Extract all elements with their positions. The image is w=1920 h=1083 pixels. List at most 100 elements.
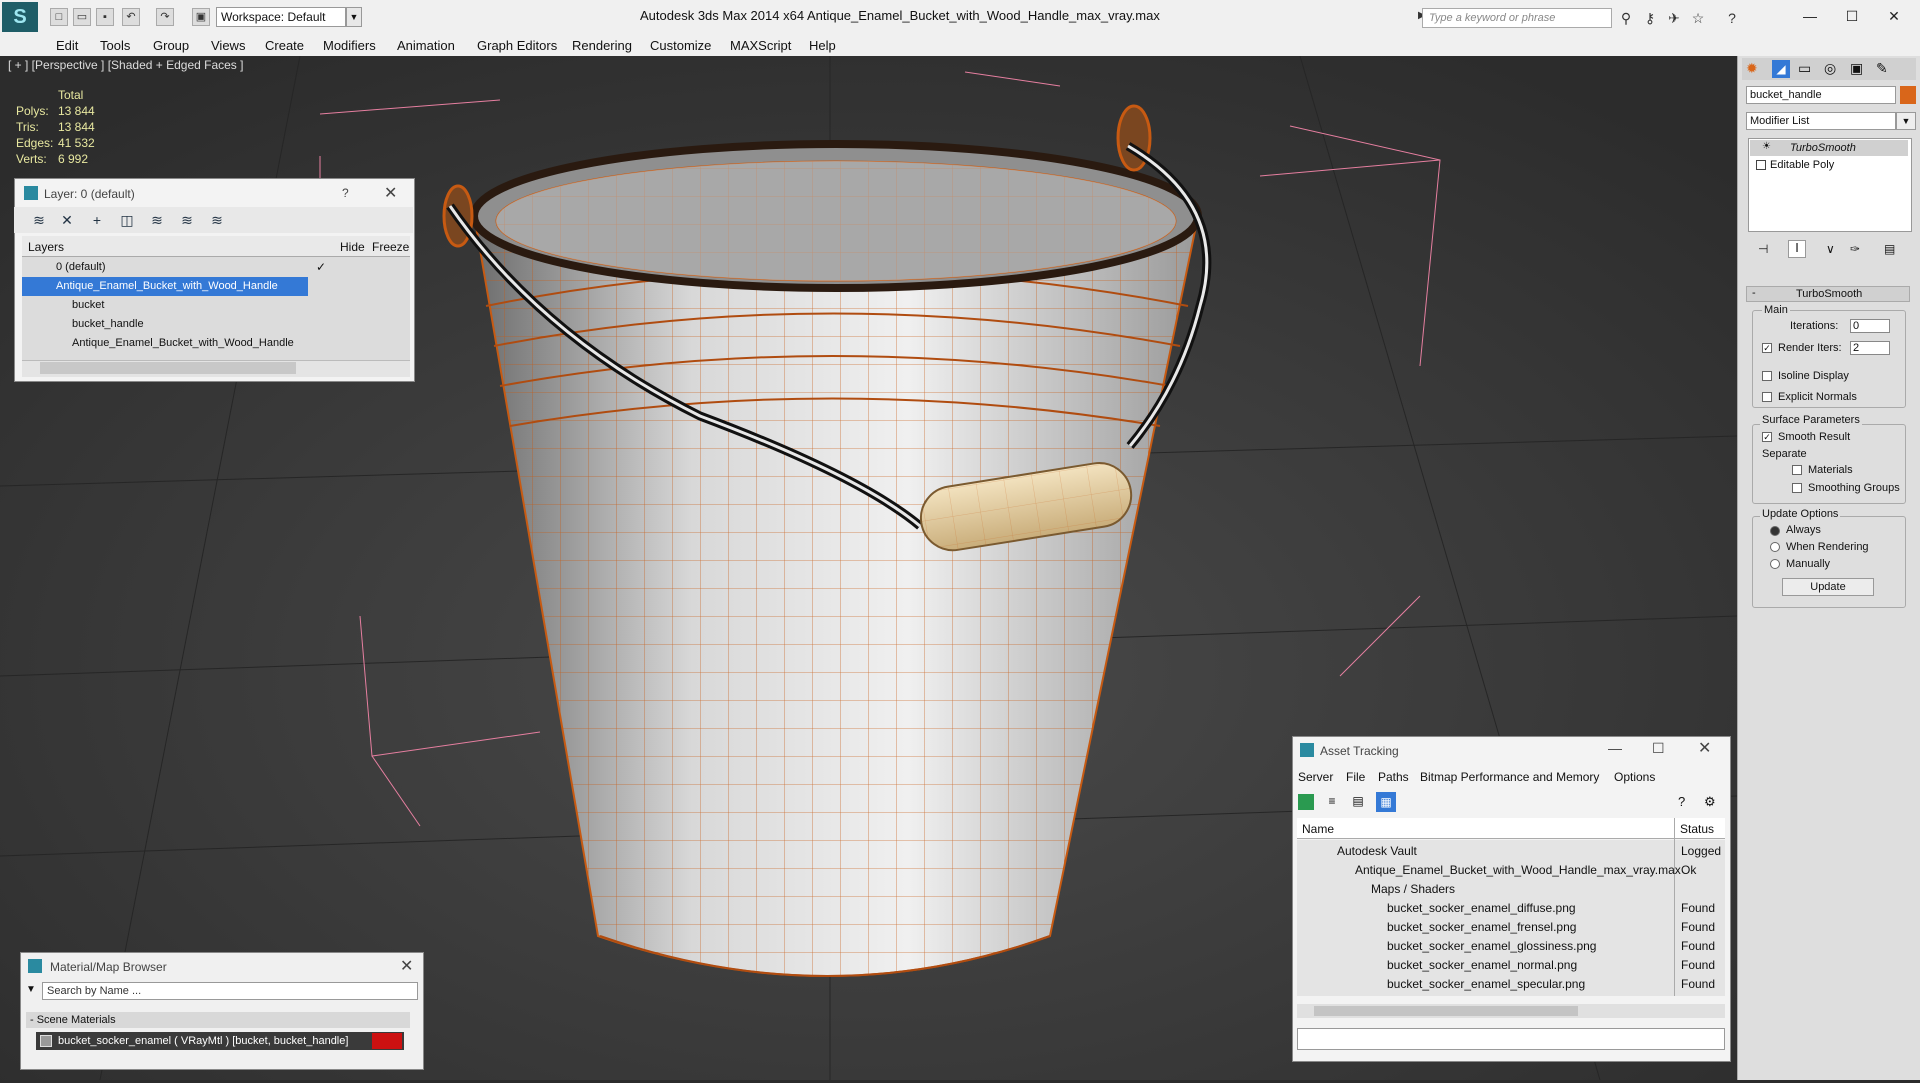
binoculars-icon[interactable]: ⚲ [1616, 8, 1636, 28]
materials-checkbox[interactable] [1792, 465, 1802, 475]
menu-edit[interactable]: Edit [56, 38, 78, 53]
material-options-icon[interactable]: ▼ [26, 984, 36, 995]
menu-create[interactable]: Create [265, 38, 304, 53]
hide-all-icon[interactable]: ≋ [176, 209, 198, 231]
utilities-tab-icon[interactable]: ✎ [1876, 60, 1888, 77]
modify-tab-icon[interactable]: ◢ [1772, 60, 1790, 78]
iterations-spinner[interactable]: 0 [1850, 319, 1890, 333]
object-name-field[interactable]: bucket_handle [1746, 86, 1896, 104]
chevron-down-icon[interactable]: ▼ [1896, 112, 1916, 130]
material-search-input[interactable]: Search by Name ... [42, 982, 418, 1000]
maximize-button[interactable]: ☐ [1832, 4, 1872, 28]
stack-item-turbosmooth[interactable]: TurboSmooth [1750, 140, 1908, 156]
menu-animation[interactable]: Animation [397, 38, 455, 53]
smoothing-groups-checkbox[interactable] [1792, 483, 1802, 493]
redo-icon[interactable]: ↷ [156, 8, 174, 26]
asset-row[interactable]: bucket_socker_enamel_glossiness.png Found [1297, 937, 1725, 956]
create-tab-icon[interactable]: ✹ [1746, 60, 1758, 77]
menu-modifiers[interactable]: Modifiers [323, 38, 376, 53]
list-view-icon[interactable]: ≡ [1324, 794, 1340, 810]
asset-help-icon[interactable]: ? [1678, 794, 1685, 809]
search-input[interactable]: Type a keyword or phrase [1422, 8, 1612, 28]
asset-menu-server[interactable]: Server [1298, 770, 1333, 784]
menu-maxscript[interactable]: MAXScript [730, 38, 791, 53]
rollout-collapse-icon[interactable]: - [1752, 287, 1756, 299]
asset-scroll-thumb[interactable] [1314, 1006, 1578, 1016]
menu-customize[interactable]: Customize [650, 38, 711, 53]
key-icon[interactable]: ⚷ [1640, 8, 1660, 28]
asset-path-field[interactable] [1297, 1028, 1725, 1050]
make-unique-icon[interactable]: ∨ [1826, 242, 1835, 256]
close-button[interactable]: ✕ [1874, 4, 1914, 28]
asset-menu-file[interactable]: File [1346, 770, 1365, 784]
help-icon[interactable]: ? [1722, 8, 1742, 28]
pin-stack-icon[interactable]: ⊣ [1758, 242, 1768, 256]
layer-row[interactable]: 0 (default) [22, 258, 352, 277]
asset-row[interactable]: bucket_socker_enamel_specular.png Found [1297, 975, 1725, 994]
manually-radio[interactable] [1770, 559, 1780, 569]
configure-sets-icon[interactable]: ▤ [1884, 242, 1895, 256]
layer-row[interactable]: Antique_Enamel_Bucket_with_Wood_Handle [22, 334, 352, 353]
project-folder-icon[interactable]: ▣ [192, 8, 210, 26]
col-name[interactable]: Name [1302, 822, 1334, 836]
layer-row[interactable]: bucket_handle [22, 315, 352, 334]
layer-row[interactable]: bucket [22, 296, 352, 315]
col-status[interactable]: Status [1680, 822, 1714, 836]
when-rendering-radio[interactable] [1770, 542, 1780, 552]
asset-row[interactable]: bucket_socker_enamel_diffuse.png Found [1297, 899, 1725, 918]
display-tab-icon[interactable]: ▣ [1850, 60, 1863, 77]
asset-minimize-button[interactable]: — [1608, 740, 1622, 756]
create-layer-icon[interactable]: ≋ [28, 209, 50, 231]
render-iters-spinner[interactable]: 2 [1850, 341, 1890, 355]
asset-row[interactable]: bucket_socker_enamel_frensel.png Found [1297, 918, 1725, 937]
layer-close-icon[interactable]: ✕ [384, 183, 397, 203]
stack-item-editable-poly[interactable]: Editable Poly [1750, 157, 1908, 173]
table-view-icon[interactable]: ▦ [1376, 792, 1396, 812]
menu-help[interactable]: Help [809, 38, 836, 53]
viewport-label[interactable]: [ + ] [Perspective ] [Shaded + Edged Fac… [8, 58, 243, 72]
explicit-normals-checkbox[interactable] [1762, 392, 1772, 402]
asset-row[interactable]: Antique_Enamel_Bucket_with_Wood_Handle_m… [1297, 861, 1725, 880]
material-item[interactable]: bucket_socker_enamel ( VRayMtl ) [bucket… [36, 1032, 404, 1050]
asset-row[interactable]: Autodesk Vault Logged [1297, 842, 1725, 861]
menu-group[interactable]: Group [153, 38, 189, 53]
undo-icon[interactable]: ↶ [122, 8, 140, 26]
menu-rendering[interactable]: Rendering [572, 38, 632, 53]
app-logo-icon[interactable]: S [2, 2, 38, 32]
asset-menu-paths[interactable]: Paths [1378, 770, 1409, 784]
layer-help-icon[interactable]: ? [342, 186, 349, 200]
delete-layer-icon[interactable]: ✕ [56, 209, 78, 231]
workspace-dropdown[interactable]: Workspace: Default [216, 7, 346, 27]
motion-tab-icon[interactable]: ◎ [1824, 60, 1836, 77]
col-freeze[interactable]: Freeze [372, 240, 409, 254]
render-iters-checkbox[interactable]: ✓ [1762, 343, 1772, 353]
smooth-result-checkbox[interactable]: ✓ [1762, 432, 1772, 442]
asset-settings-icon[interactable]: ⚙ [1704, 794, 1716, 810]
asset-maximize-button[interactable]: ☐ [1652, 740, 1665, 757]
asset-row[interactable]: Maps / Shaders [1297, 880, 1725, 899]
always-radio[interactable] [1770, 526, 1780, 536]
update-button[interactable]: Update [1782, 578, 1874, 596]
asset-menu-options[interactable]: Options [1614, 770, 1655, 784]
expand-icon[interactable] [1756, 160, 1766, 170]
menu-views[interactable]: Views [211, 38, 245, 53]
freeze-all-icon[interactable]: ≋ [206, 209, 228, 231]
connect-icon[interactable]: ✈ [1664, 8, 1684, 28]
add-to-layer-icon[interactable]: + [86, 209, 108, 231]
layer-row-selected[interactable]: Antique_Enamel_Bucket_with_Wood_Handle [22, 277, 308, 296]
chevron-down-icon[interactable]: ▼ [346, 7, 362, 27]
col-hide[interactable]: Hide [340, 240, 365, 254]
lightbulb-icon[interactable]: ☀ [1762, 141, 1771, 152]
remove-modifier-icon[interactable]: ✑ [1850, 242, 1860, 256]
asset-close-button[interactable]: ✕ [1698, 738, 1711, 758]
select-layer-icon[interactable]: ≋ [146, 209, 168, 231]
modifier-list-dropdown[interactable]: Modifier List [1746, 112, 1896, 130]
material-close-icon[interactable]: ✕ [400, 956, 413, 976]
select-objects-icon[interactable]: ◫ [116, 209, 138, 231]
asset-menu-bitmap[interactable]: Bitmap Performance and Memory [1420, 770, 1599, 784]
menu-tools[interactable]: Tools [100, 38, 130, 53]
hierarchy-tab-icon[interactable]: ▭ [1798, 60, 1811, 77]
new-file-icon[interactable]: □ [50, 8, 68, 26]
asset-row[interactable]: bucket_socker_enamel_normal.png Found [1297, 956, 1725, 975]
object-color-swatch[interactable] [1900, 86, 1916, 104]
